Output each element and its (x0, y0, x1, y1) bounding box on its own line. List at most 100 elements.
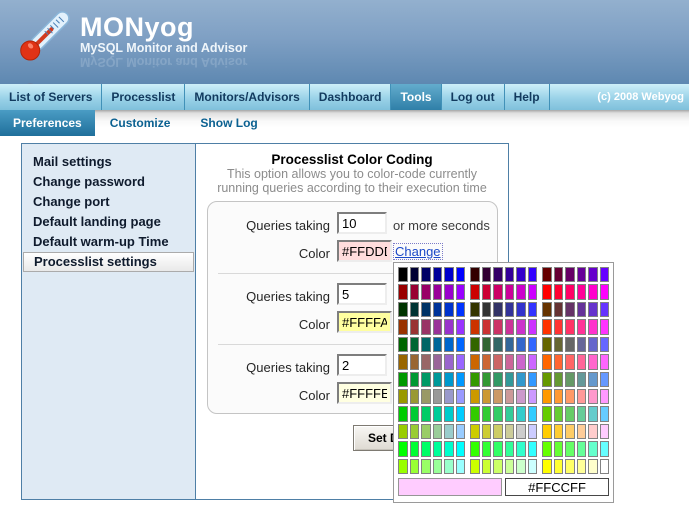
color-swatch[interactable] (398, 337, 408, 352)
color-swatch[interactable] (456, 406, 466, 421)
color-swatch[interactable] (433, 372, 443, 387)
color-swatch[interactable] (493, 459, 503, 474)
color-swatch[interactable] (482, 337, 492, 352)
color-swatch[interactable] (505, 337, 515, 352)
color-swatch[interactable] (482, 354, 492, 369)
color-swatch[interactable] (456, 284, 466, 299)
color-value-input-2[interactable] (337, 311, 392, 333)
color-swatch[interactable] (493, 372, 503, 387)
color-swatch[interactable] (565, 337, 575, 352)
color-swatch[interactable] (588, 267, 598, 282)
color-swatch[interactable] (421, 372, 431, 387)
color-swatch[interactable] (482, 319, 492, 334)
color-swatch[interactable] (421, 267, 431, 282)
color-swatch[interactable] (528, 441, 538, 456)
color-swatch[interactable] (542, 372, 552, 387)
color-swatch[interactable] (410, 406, 420, 421)
color-swatch[interactable] (456, 267, 466, 282)
color-swatch[interactable] (505, 424, 515, 439)
color-swatch[interactable] (516, 459, 526, 474)
subnav-tab-preferences[interactable]: Preferences (0, 110, 95, 136)
color-swatch[interactable] (516, 284, 526, 299)
color-swatch[interactable] (456, 302, 466, 317)
color-swatch[interactable] (600, 389, 610, 404)
color-swatch[interactable] (554, 337, 564, 352)
color-swatch[interactable] (516, 337, 526, 352)
color-swatch[interactable] (588, 424, 598, 439)
color-swatch[interactable] (456, 354, 466, 369)
color-swatch[interactable] (444, 441, 454, 456)
color-swatch[interactable] (410, 319, 420, 334)
color-swatch[interactable] (444, 424, 454, 439)
sidebar-item-mail-settings[interactable]: Mail settings (22, 152, 195, 172)
color-swatch[interactable] (516, 354, 526, 369)
color-swatch[interactable] (505, 319, 515, 334)
color-swatch[interactable] (433, 302, 443, 317)
color-swatch[interactable] (444, 337, 454, 352)
color-swatch[interactable] (456, 319, 466, 334)
color-swatch[interactable] (528, 372, 538, 387)
color-swatch[interactable] (433, 284, 443, 299)
color-swatch[interactable] (516, 424, 526, 439)
color-swatch[interactable] (554, 389, 564, 404)
color-swatch[interactable] (600, 459, 610, 474)
color-swatch[interactable] (542, 459, 552, 474)
color-swatch[interactable] (421, 354, 431, 369)
color-swatch[interactable] (600, 319, 610, 334)
color-swatch[interactable] (505, 302, 515, 317)
subnav-tab-customize[interactable]: Customize (95, 110, 186, 136)
color-swatch[interactable] (542, 441, 552, 456)
color-swatch[interactable] (588, 319, 598, 334)
color-swatch[interactable] (588, 302, 598, 317)
color-swatch[interactable] (600, 441, 610, 456)
color-swatch[interactable] (470, 372, 480, 387)
color-swatch[interactable] (444, 354, 454, 369)
color-swatch[interactable] (505, 389, 515, 404)
color-swatch[interactable] (565, 406, 575, 421)
color-swatch[interactable] (421, 406, 431, 421)
queries-threshold-input-1[interactable] (337, 212, 387, 234)
nav-tab-dashboard[interactable]: Dashboard (310, 84, 392, 110)
color-swatch[interactable] (456, 372, 466, 387)
color-swatch[interactable] (444, 459, 454, 474)
color-swatch[interactable] (421, 284, 431, 299)
color-swatch[interactable] (565, 302, 575, 317)
color-swatch[interactable] (542, 354, 552, 369)
color-swatch[interactable] (456, 337, 466, 352)
color-swatch[interactable] (505, 284, 515, 299)
color-swatch[interactable] (470, 441, 480, 456)
color-swatch[interactable] (577, 337, 587, 352)
color-swatch[interactable] (542, 267, 552, 282)
color-swatch[interactable] (542, 424, 552, 439)
color-swatch[interactable] (444, 372, 454, 387)
color-swatch[interactable] (600, 337, 610, 352)
color-swatch[interactable] (482, 284, 492, 299)
color-swatch[interactable] (505, 406, 515, 421)
color-swatch[interactable] (554, 319, 564, 334)
color-swatch[interactable] (588, 284, 598, 299)
color-swatch[interactable] (600, 284, 610, 299)
color-swatch[interactable] (528, 459, 538, 474)
color-swatch[interactable] (398, 424, 408, 439)
color-swatch[interactable] (433, 424, 443, 439)
nav-tab-help[interactable]: Help (505, 84, 550, 110)
color-swatch[interactable] (600, 424, 610, 439)
color-swatch[interactable] (577, 319, 587, 334)
color-swatch[interactable] (410, 267, 420, 282)
color-swatch[interactable] (398, 406, 408, 421)
color-swatch[interactable] (482, 372, 492, 387)
color-swatch[interactable] (482, 267, 492, 282)
color-swatch[interactable] (444, 389, 454, 404)
color-swatch[interactable] (554, 459, 564, 474)
color-swatch[interactable] (398, 389, 408, 404)
color-swatch[interactable] (410, 284, 420, 299)
color-swatch[interactable] (577, 406, 587, 421)
color-swatch[interactable] (493, 284, 503, 299)
color-swatch[interactable] (433, 267, 443, 282)
color-swatch[interactable] (410, 302, 420, 317)
color-value-input-1[interactable] (337, 240, 392, 262)
color-swatch[interactable] (421, 441, 431, 456)
color-swatch[interactable] (493, 337, 503, 352)
color-swatch[interactable] (410, 441, 420, 456)
color-swatch[interactable] (398, 459, 408, 474)
